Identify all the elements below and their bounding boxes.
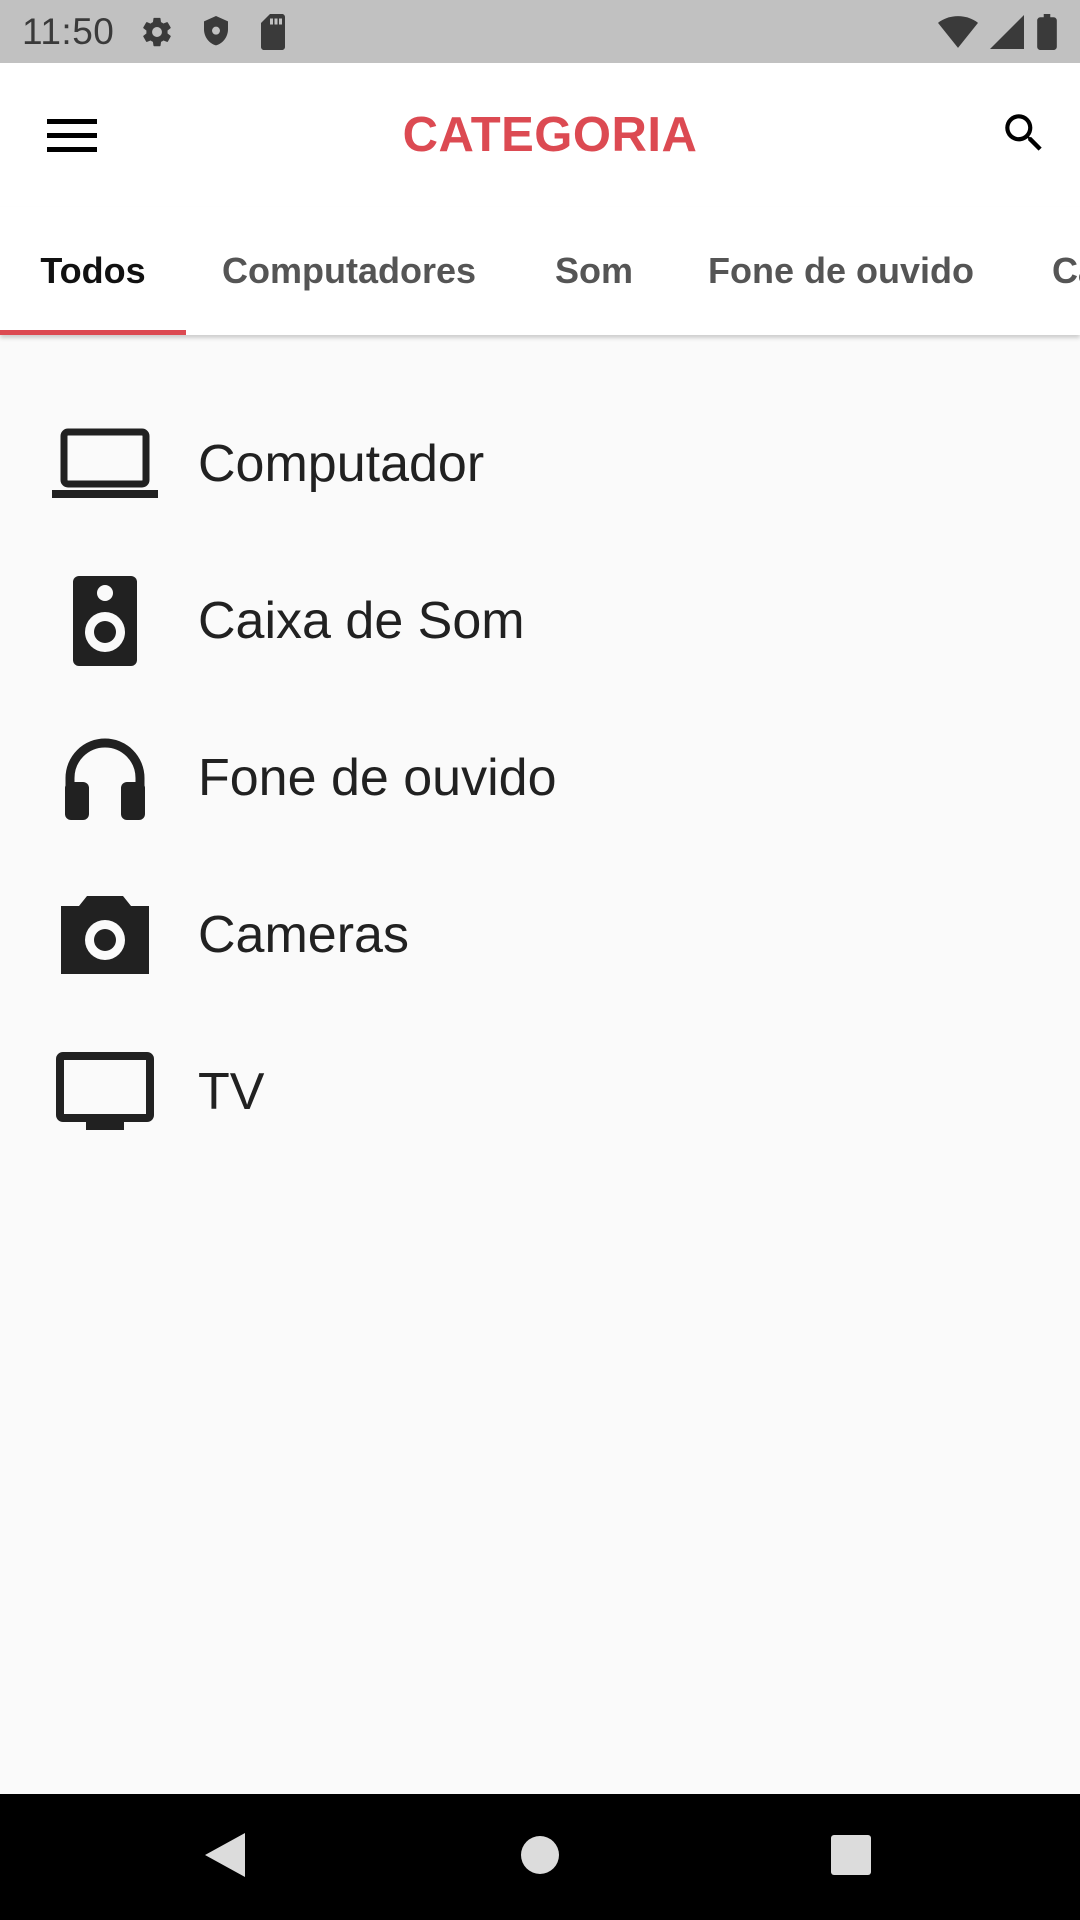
recents-icon bbox=[830, 1834, 872, 1881]
search-button[interactable] bbox=[992, 103, 1056, 167]
list-item-cameras[interactable]: Cameras bbox=[0, 856, 1080, 1013]
back-icon bbox=[203, 1831, 247, 1884]
list-item-tv[interactable]: TV bbox=[0, 1013, 1080, 1170]
shield-icon bbox=[200, 14, 232, 50]
list-item-label: Caixa de Som bbox=[198, 591, 525, 650]
list-item-computador[interactable]: Computador bbox=[0, 385, 1080, 542]
list-item-fone-de-ouvido[interactable]: Fone de ouvido bbox=[0, 699, 1080, 856]
wifi-icon bbox=[938, 15, 978, 49]
home-button[interactable] bbox=[507, 1824, 573, 1890]
category-list: Computador Caixa de Som Fone de ouvido C… bbox=[0, 335, 1080, 1170]
status-left-icons bbox=[140, 13, 288, 50]
tab-bar: Todos Computadores Som Fone de ouvido Ca bbox=[0, 207, 1080, 335]
page-title: CATEGORIA bbox=[402, 108, 698, 162]
list-item-caixa-de-som[interactable]: Caixa de Som bbox=[0, 542, 1080, 699]
signal-icon bbox=[990, 14, 1024, 49]
laptop-icon bbox=[48, 407, 162, 521]
recents-button[interactable] bbox=[818, 1824, 884, 1890]
search-icon bbox=[999, 108, 1049, 163]
tab-computadores[interactable]: Computadores bbox=[186, 207, 512, 335]
back-button[interactable] bbox=[192, 1824, 258, 1890]
camera-icon bbox=[48, 878, 162, 992]
tv-icon bbox=[48, 1035, 162, 1149]
screen: 11:50 CATEGORIA Todos Computadores Som F… bbox=[0, 0, 1080, 1920]
list-item-label: Fone de ouvido bbox=[198, 748, 557, 807]
tab-partial[interactable]: Ca bbox=[1052, 207, 1080, 335]
list-item-label: Cameras bbox=[198, 905, 409, 964]
list-item-label: Computador bbox=[198, 434, 485, 493]
headphones-icon bbox=[48, 721, 162, 835]
status-time: 11:50 bbox=[22, 10, 115, 52]
settings-icon bbox=[140, 15, 174, 49]
navigation-bar bbox=[0, 1794, 1080, 1920]
status-right-icons bbox=[938, 13, 1058, 50]
status-bar: 11:50 bbox=[0, 0, 1080, 63]
sd-card-icon bbox=[258, 13, 288, 50]
tab-fone-de-ouvido[interactable]: Fone de ouvido bbox=[676, 207, 1006, 335]
tab-todos[interactable]: Todos bbox=[0, 207, 186, 335]
battery-icon bbox=[1036, 13, 1058, 50]
home-icon bbox=[519, 1834, 561, 1881]
list-item-label: TV bbox=[198, 1062, 265, 1121]
speaker-icon bbox=[48, 564, 162, 678]
tab-som[interactable]: Som bbox=[512, 207, 676, 335]
app-bar: CATEGORIA bbox=[0, 63, 1080, 207]
